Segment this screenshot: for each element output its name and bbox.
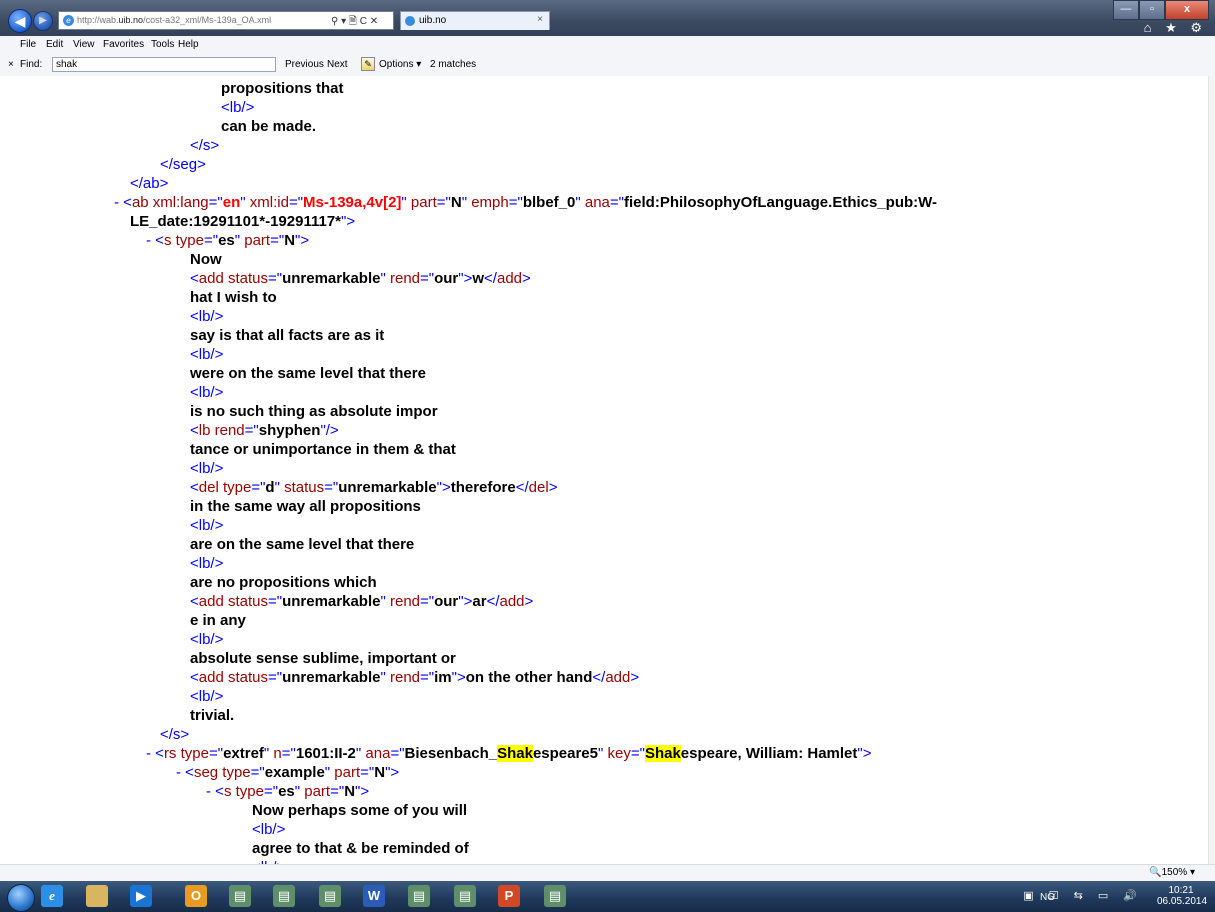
taskbar-window-icon[interactable]: ▤ [229,885,251,907]
clock-time: 10:21 [1168,885,1194,896]
taskbar-window-icon[interactable]: ▤ [408,885,430,907]
address-bar[interactable]: e http://wab.uib.no/cost-a32_xml/Ms-139a… [58,11,394,30]
xml-line: is no such thing as absolute impor [190,403,438,420]
find-previous-button[interactable]: Previous [285,59,324,70]
address-url[interactable]: http://wab.uib.no/cost-a32_xml/Ms-139a_O… [77,15,271,25]
xml-line: <lb/> [190,346,224,363]
home-favorites-settings-icons[interactable]: ⌂ ★ ⚙ [1144,20,1207,36]
xml-line: </s> [190,137,220,154]
taskbar: e ▶ O ▤ ▤ ▤ W ▤ ▤ P ▤ NO ▣ ☑ ⇆ ▭ 🔊 10:21 06.05.201… [0,881,1215,912]
taskbar-window-icon[interactable]: ▤ [544,885,566,907]
taskbar-word-icon[interactable]: W [363,885,385,907]
window-controls: — ▫ x [1113,0,1209,20]
xml-line: <lb/> [190,384,224,401]
xml-line: trivial. [190,707,235,724]
xml-line[interactable]: - <seg type="example" part="N"> [176,763,399,782]
xml-line: <lb/> [190,688,224,705]
tab-label: uib.no [419,15,447,26]
taskbar-media-player-icon[interactable]: ▶ [130,885,152,907]
taskbar-window-icon[interactable]: ▤ [319,885,341,907]
xml-line: Now perhaps some of you will [252,802,468,819]
xml-line: <lb/> [190,555,224,572]
menu-file[interactable]: File [20,39,36,50]
xml-line: LE_date:19291101*-19291117*"> [130,213,356,230]
vertical-scrollbar[interactable] [1208,76,1215,864]
taskbar-outlook-icon[interactable]: O [185,885,207,907]
menu-bar: File Edit View Favorites Tools Help [0,36,1215,55]
xml-line: agree to that & be reminded of [252,840,469,857]
menu-favorites[interactable]: Favorites [103,39,144,50]
xml-line: <lb/> [221,99,255,116]
minimize-button[interactable]: — [1113,0,1139,20]
taskbar-window-icon[interactable]: ▤ [273,885,295,907]
xml-line: <lb/> [252,821,286,838]
start-button[interactable] [7,884,35,912]
close-window-button[interactable]: x [1165,0,1209,20]
xml-line: <add status="unremarkable" rend="our">ar… [190,593,534,610]
maximize-button[interactable]: ▫ [1139,0,1165,20]
xml-line: </seg> [160,156,206,173]
xml-line: tance or unimportance in them & that [190,441,456,458]
xml-line: </s> [160,726,190,743]
find-label: Find: [20,59,43,70]
tab-close-icon[interactable]: × [537,14,543,25]
zoom-level[interactable]: 🔍150% ▾ [1149,867,1195,878]
address-controls-icon[interactable]: ⚲ ▾ 🗎 C ✕ [331,14,378,31]
status-bar: 🔍150% ▾ [0,864,1215,882]
xml-line[interactable]: - <s type="es" part="N"> [146,231,309,250]
browser-title-bar: ◀ ▶ e http://wab.uib.no/cost-a32_xml/Ms-… [0,0,1215,36]
taskbar-folder-icon[interactable] [86,885,108,907]
clock[interactable]: 10:21 06.05.2014 [1157,885,1208,907]
xml-line: Now [190,251,222,268]
menu-view[interactable]: View [73,39,95,50]
xml-line: can be made. [221,118,317,135]
xml-line: propositions that [221,80,344,97]
xml-line[interactable]: - <ab xml:lang="en" xml:id="Ms-139a,4v[2… [114,193,937,212]
xml-line: <del type="d" status="unremarkable">ther… [190,479,558,496]
xml-line: <add status="unremarkable" rend="im">on … [190,669,640,686]
find-input[interactable]: shak [52,57,276,72]
menu-edit[interactable]: Edit [46,39,63,50]
xml-line: e in any [190,612,246,629]
xml-line: were on the same level that there [190,365,426,382]
xml-line: <lb/> [190,308,224,325]
xml-line: absolute sense sublime, important or [190,650,456,667]
find-next-button[interactable]: Next [327,59,348,70]
taskbar-window-icon[interactable]: ▤ [454,885,476,907]
find-matches: 2 matches [430,59,477,70]
ie-page-icon: e [63,15,74,26]
xml-line: are on the same level that there [190,536,415,553]
xml-line: say is that all facts are as it [190,327,385,344]
taskbar-ie-icon[interactable]: e [41,885,63,907]
tab-ie-icon [405,16,415,26]
xml-line[interactable]: - <rs type="extref" n="1601:II-2" ana="B… [146,744,872,763]
clock-date: 06.05.2014 [1157,896,1208,907]
xml-line: <lb/> [190,517,224,534]
xml-line: <lb rend="shyphen"/> [190,422,339,439]
forward-button[interactable]: ▶ [33,11,53,31]
back-arrow-icon: ◀ [14,13,26,29]
xml-line: in the same way all propositions [190,498,421,515]
xml-document-view[interactable]: propositions that <lb/> can be made. </s> </… [0,76,1209,864]
xml-line: </ab> [130,175,169,192]
xml-line[interactable]: - <s type="es" part="N"> [206,782,369,801]
xml-line: <lb/> [190,631,224,648]
tab-uib[interactable]: uib.no × [400,11,550,30]
forward-arrow-icon: ▶ [39,15,47,26]
xml-line: <lb/> [190,460,224,477]
taskbar-powerpoint-icon[interactable]: P [498,885,520,907]
xml-line: are no propositions which [190,574,377,591]
find-options-button[interactable]: Options ▾ [379,59,421,70]
xml-line: <add status="unremarkable" rend="our">w<… [190,270,531,287]
highlight-icon[interactable]: ✎ [361,57,375,71]
menu-help[interactable]: Help [178,39,199,50]
tray-icons[interactable]: ▣ ☑ ⇆ ▭ 🔊 [1023,889,1143,902]
find-close-icon[interactable]: × [8,59,14,70]
menu-tools[interactable]: Tools [151,39,174,50]
back-button[interactable]: ◀ [8,9,32,33]
xml-line: hat I wish to [190,289,277,306]
find-bar: × Find: shak Previous Next ✎ Options ▾ 2… [0,54,1215,77]
